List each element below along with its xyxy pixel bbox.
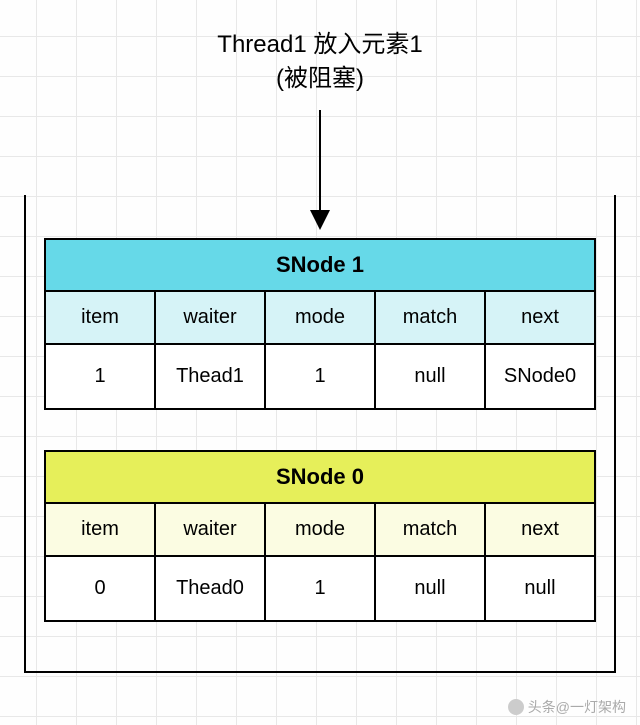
snode-0-title: SNode 0: [46, 452, 594, 504]
field-label: waiter: [156, 504, 266, 555]
snode-1-field-row: item waiter mode match next: [46, 292, 594, 345]
field-value: 0: [46, 557, 156, 620]
watermark-text: 头条@一灯架构: [528, 697, 626, 717]
field-label: match: [376, 292, 486, 343]
diagram-caption: Thread1 放入元素1 (被阻塞): [0, 28, 640, 95]
watermark: 头条@一灯架构: [508, 697, 626, 717]
field-label: mode: [266, 504, 376, 555]
field-label: match: [376, 504, 486, 555]
field-value: 1: [266, 557, 376, 620]
field-value: Thead0: [156, 557, 266, 620]
caption-line1: Thread1 放入元素1: [0, 28, 640, 62]
field-label: next: [486, 504, 594, 555]
snode-1-value-row: 1 Thead1 1 null SNode0: [46, 345, 594, 408]
snode-0-value-row: 0 Thead0 1 null null: [46, 557, 594, 620]
field-value: null: [376, 345, 486, 408]
field-value: Thead1: [156, 345, 266, 408]
caption-line2: (被阻塞): [0, 62, 640, 96]
snode-0-field-row: item waiter mode match next: [46, 504, 594, 557]
watermark-icon: [508, 699, 524, 715]
snode-1: SNode 1 item waiter mode match next 1 Th…: [44, 238, 596, 410]
field-label: item: [46, 504, 156, 555]
field-value: null: [486, 557, 594, 620]
field-label: mode: [266, 292, 376, 343]
field-label: next: [486, 292, 594, 343]
snode-1-title: SNode 1: [46, 240, 594, 292]
field-label: item: [46, 292, 156, 343]
field-value: 1: [266, 345, 376, 408]
field-value: 1: [46, 345, 156, 408]
field-value: SNode0: [486, 345, 594, 408]
field-value: null: [376, 557, 486, 620]
field-label: waiter: [156, 292, 266, 343]
snode-0: SNode 0 item waiter mode match next 0 Th…: [44, 450, 596, 622]
